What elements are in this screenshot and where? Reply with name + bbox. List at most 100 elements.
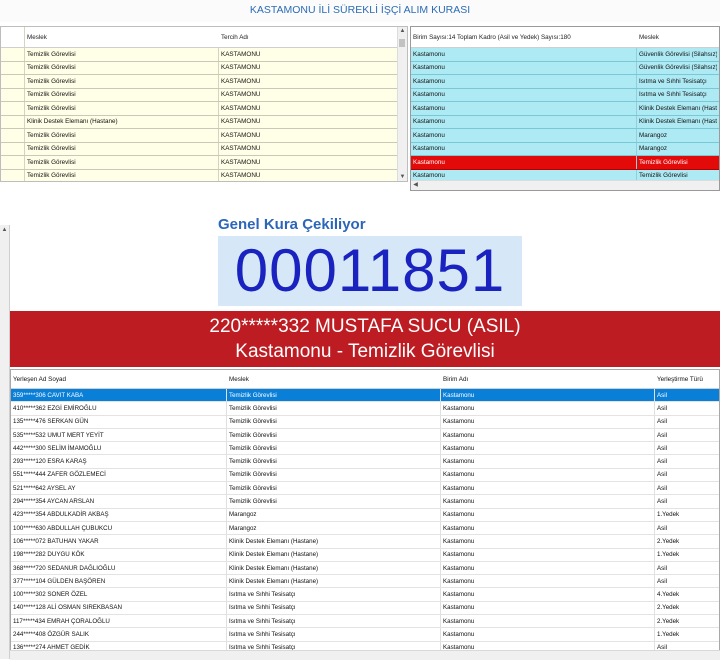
tercih-cell: KASTAMONU [221,77,261,85]
column-header-birim-adi[interactable]: Birim Adı [441,370,655,388]
row-header-cell[interactable] [1,156,25,169]
winner-detail: Kastamonu - Temizlik Görevlisi [235,341,495,362]
table-row[interactable]: 293*****120 ESRA KARAŞ Temizlik Görevlisi… [11,455,719,469]
birim-cell: Kastamonu [441,402,655,415]
row-header-cell[interactable] [1,102,25,115]
meslek-cell: Isıtma ve Sıhhi Tesisatçı [227,588,441,601]
scroll-up-icon[interactable]: ▲ [398,28,407,34]
unit-quota-grid-header: Birim Sayısı:14 Toplam Kadro (Asil ve Ye… [411,27,719,48]
birim-cell: Kastamonu [411,48,637,61]
table-row[interactable]: 135*****476 SERKAN GÜN Temizlik Görevlisi… [11,415,719,429]
meslek-cell: Klinik Destek Elemanı (Hastane) [639,104,717,112]
meslek-cell: Isıtma ve Sıhhi Tesisatçı [639,91,707,99]
scroll-left-icon[interactable]: ◀ [411,181,420,188]
table-row[interactable]: 100*****630 ABDULLAH ÇUBUKCU Marangoz Kast… [11,521,719,536]
table-row[interactable]: 423*****354 ABDULKADİR AKBAŞ Marangoz Kast… [11,508,719,522]
table-row[interactable]: 117*****434 EMRAH ÇORALOĞLU Isıtma ve Sıh… [11,615,719,629]
table-row[interactable]: Temizlik Görevlisi KASTAMONU [1,61,407,75]
row-header-cell[interactable] [1,48,25,61]
column-header-yerlestirme-turu[interactable]: Yerleştirme Türü [655,370,711,388]
table-row[interactable]: Temizlik Görevlisi KASTAMONU [1,156,407,170]
table-row[interactable]: Temizlik Görevlisi KASTAMONU [1,75,407,89]
table-row[interactable]: 106*****072 BATUHAN YAKAR Klinik Destek E… [11,535,719,549]
table-row[interactable]: Temizlik Görevlisi KASTAMONU [1,169,407,181]
left-scrollbar[interactable]: ▲ [0,225,10,659]
meslek-cell: Güvenlik Görevlisi (Silahsız) [639,50,717,58]
table-row[interactable]: Kastamonu Isıtma ve Sıhhi Tesisatçı [411,88,719,102]
birim-cell: Kastamonu [441,415,655,428]
meslek-cell: Isıtma ve Sıhhi Tesisatçı [227,601,441,615]
table-row[interactable]: 551*****444 ZAFER GÖZLEMECİ Temizlik Göre… [11,468,719,483]
table-row[interactable]: 521*****642 AYSEL AY Temizlik Görevlisi Ka… [11,482,719,496]
ad-soyad-cell: 135*****476 SERKAN GÜN [11,415,227,428]
results-grid[interactable]: Yerleşen Ad Soyad Meslek Birim Adı Yerle… [10,369,720,659]
table-row[interactable]: Temizlik Görevlisi KASTAMONU [1,48,407,62]
table-row[interactable]: 410*****362 EZGİ EMİROĞLU Temizlik Görevl… [11,402,719,416]
draw-heading: Genel Kura Çekiliyor [218,216,366,233]
tercih-cell: KASTAMONU [221,118,261,126]
meslek-cell: Klinik Destek Elemanı (Hastane) [227,575,441,588]
row-header-cell[interactable] [1,142,25,155]
birim-cell: Kastamonu [441,495,655,508]
birim-cell: Kastamonu [411,75,637,88]
table-row[interactable]: Temizlik Görevlisi KASTAMONU [1,88,407,102]
birim-cell: Kastamonu [441,508,655,521]
birim-cell: Kastamonu [441,442,655,455]
ad-soyad-cell: 293*****120 ESRA KARAŞ [11,455,227,468]
meslek-cell: Temizlik Görevlisi [227,442,441,455]
table-row[interactable]: KastamonuKlinik Destek Elemanı (Hastane) [411,115,719,129]
tur-cell: 2.Yedek [657,604,680,612]
row-header-cell[interactable] [1,129,25,142]
table-row[interactable]: Kastamonu Güvenlik Görevlisi (Silahsız) [411,61,719,75]
meslek-cell: Klinik Destek Elemanı (Hastane) [227,548,441,561]
table-row[interactable]: 244*****408 ÖZGÜR SALIK Isıtma ve Sıhhi T… [11,628,719,642]
scroll-down-icon[interactable]: ▼ [398,174,407,180]
meslek-cell: Temizlik Görevlisi [227,389,441,402]
table-row[interactable]: Temizlik Görevlisi KASTAMONU [1,129,407,143]
table-row[interactable]: Kastamonu Güvenlik Görevlisi (Silahsız) [411,48,719,62]
tur-cell: Asil [657,498,667,506]
ad-soyad-cell: 377*****104 GÜLDEN BAŞÖREN [11,575,227,588]
table-row[interactable]: 359*****306 CAVIT KABA Temizlik Görevlisi… [11,389,719,403]
table-row[interactable]: 294*****354 AYCAN ARSLAN Temizlik Görevli… [11,495,719,509]
unit-quota-grid-hscrollbar[interactable]: ◀ [411,180,719,190]
column-header-ad-soyad[interactable]: Yerleşen Ad Soyad [11,370,227,388]
table-row[interactable]: Temizlik Görevlisi KASTAMONU [1,142,407,156]
draw-number: 00011851 [218,236,522,306]
birim-cell: Kastamonu [441,455,655,468]
row-header-cell[interactable] [1,115,25,128]
table-row[interactable]: Kastamonu Temizlik Görevlisi [411,156,719,170]
column-header-tercih-adi[interactable]: Tercih Adı [219,27,397,47]
tur-cell: Asil [657,564,667,572]
table-row[interactable]: Kastamonu Isıtma ve Sıhhi Tesisatçı [411,75,719,89]
column-header-birim[interactable]: Birim Sayısı:14 Toplam Kadro (Asil ve Ye… [411,27,637,47]
column-header-meslek[interactable]: Meslek [25,27,219,47]
table-row[interactable]: 442*****300 SELİM İMAMOĞLU Temizlik Görev… [11,442,719,456]
row-header-cell[interactable] [1,61,25,74]
table-row[interactable]: KastamonuKlinik Destek Elemanı (Hastane) [411,102,719,116]
table-row[interactable]: 100*****302 SONER ÖZEL Isıtma ve Sıhhi Te… [11,588,719,602]
table-row[interactable]: Temizlik Görevlisi KASTAMONU [1,102,407,116]
table-row[interactable]: Kastamonu Marangoz [411,142,719,156]
unit-quota-grid[interactable]: Birim Sayısı:14 Toplam Kadro (Asil ve Ye… [410,26,720,191]
table-row[interactable]: 368*****720 SEDANUR DAĞLIOĞLU Klinik Dest… [11,561,719,576]
column-header-meslek[interactable]: Meslek [637,27,717,47]
tercih-cell: KASTAMONU [221,91,261,99]
row-header-cell[interactable] [1,75,25,88]
table-row[interactable]: 535*****532 UMUT MERT YEYİT Temizlik Göre… [11,428,719,443]
scroll-up-icon[interactable]: ▲ [0,227,9,233]
scroll-thumb[interactable] [399,39,405,47]
table-row[interactable]: 140*****128 ALİ OSMAN SIREKBASAN Isıtma v… [11,601,719,616]
preference-grid-scrollbar[interactable]: ▲ ▼ [397,27,407,181]
meslek-cell: Temizlik Görevlisi [25,75,219,88]
table-row[interactable]: 377*****104 GÜLDEN BAŞÖREN Klinik Destek … [11,575,719,589]
row-header-cell[interactable] [1,169,25,181]
preference-grid[interactable]: Meslek Tercih Adı Temizlik Görevlisi KAST… [0,26,408,182]
row-header-cell[interactable] [1,88,25,101]
column-header-meslek[interactable]: Meslek [227,370,441,388]
table-row[interactable]: 198*****282 DUYGU KÖK Klinik Destek Elema… [11,548,719,562]
table-row[interactable]: Kastamonu Marangoz [411,129,719,143]
winner-name: 220*****332 MUSTAFA SUCU (ASIL) [209,316,521,337]
meslek-cell: Güvenlik Görevlisi (Silahsız) [639,64,717,72]
table-row[interactable]: Klinik Destek Elemanı (Hastane) KASTAMONU [1,115,407,129]
